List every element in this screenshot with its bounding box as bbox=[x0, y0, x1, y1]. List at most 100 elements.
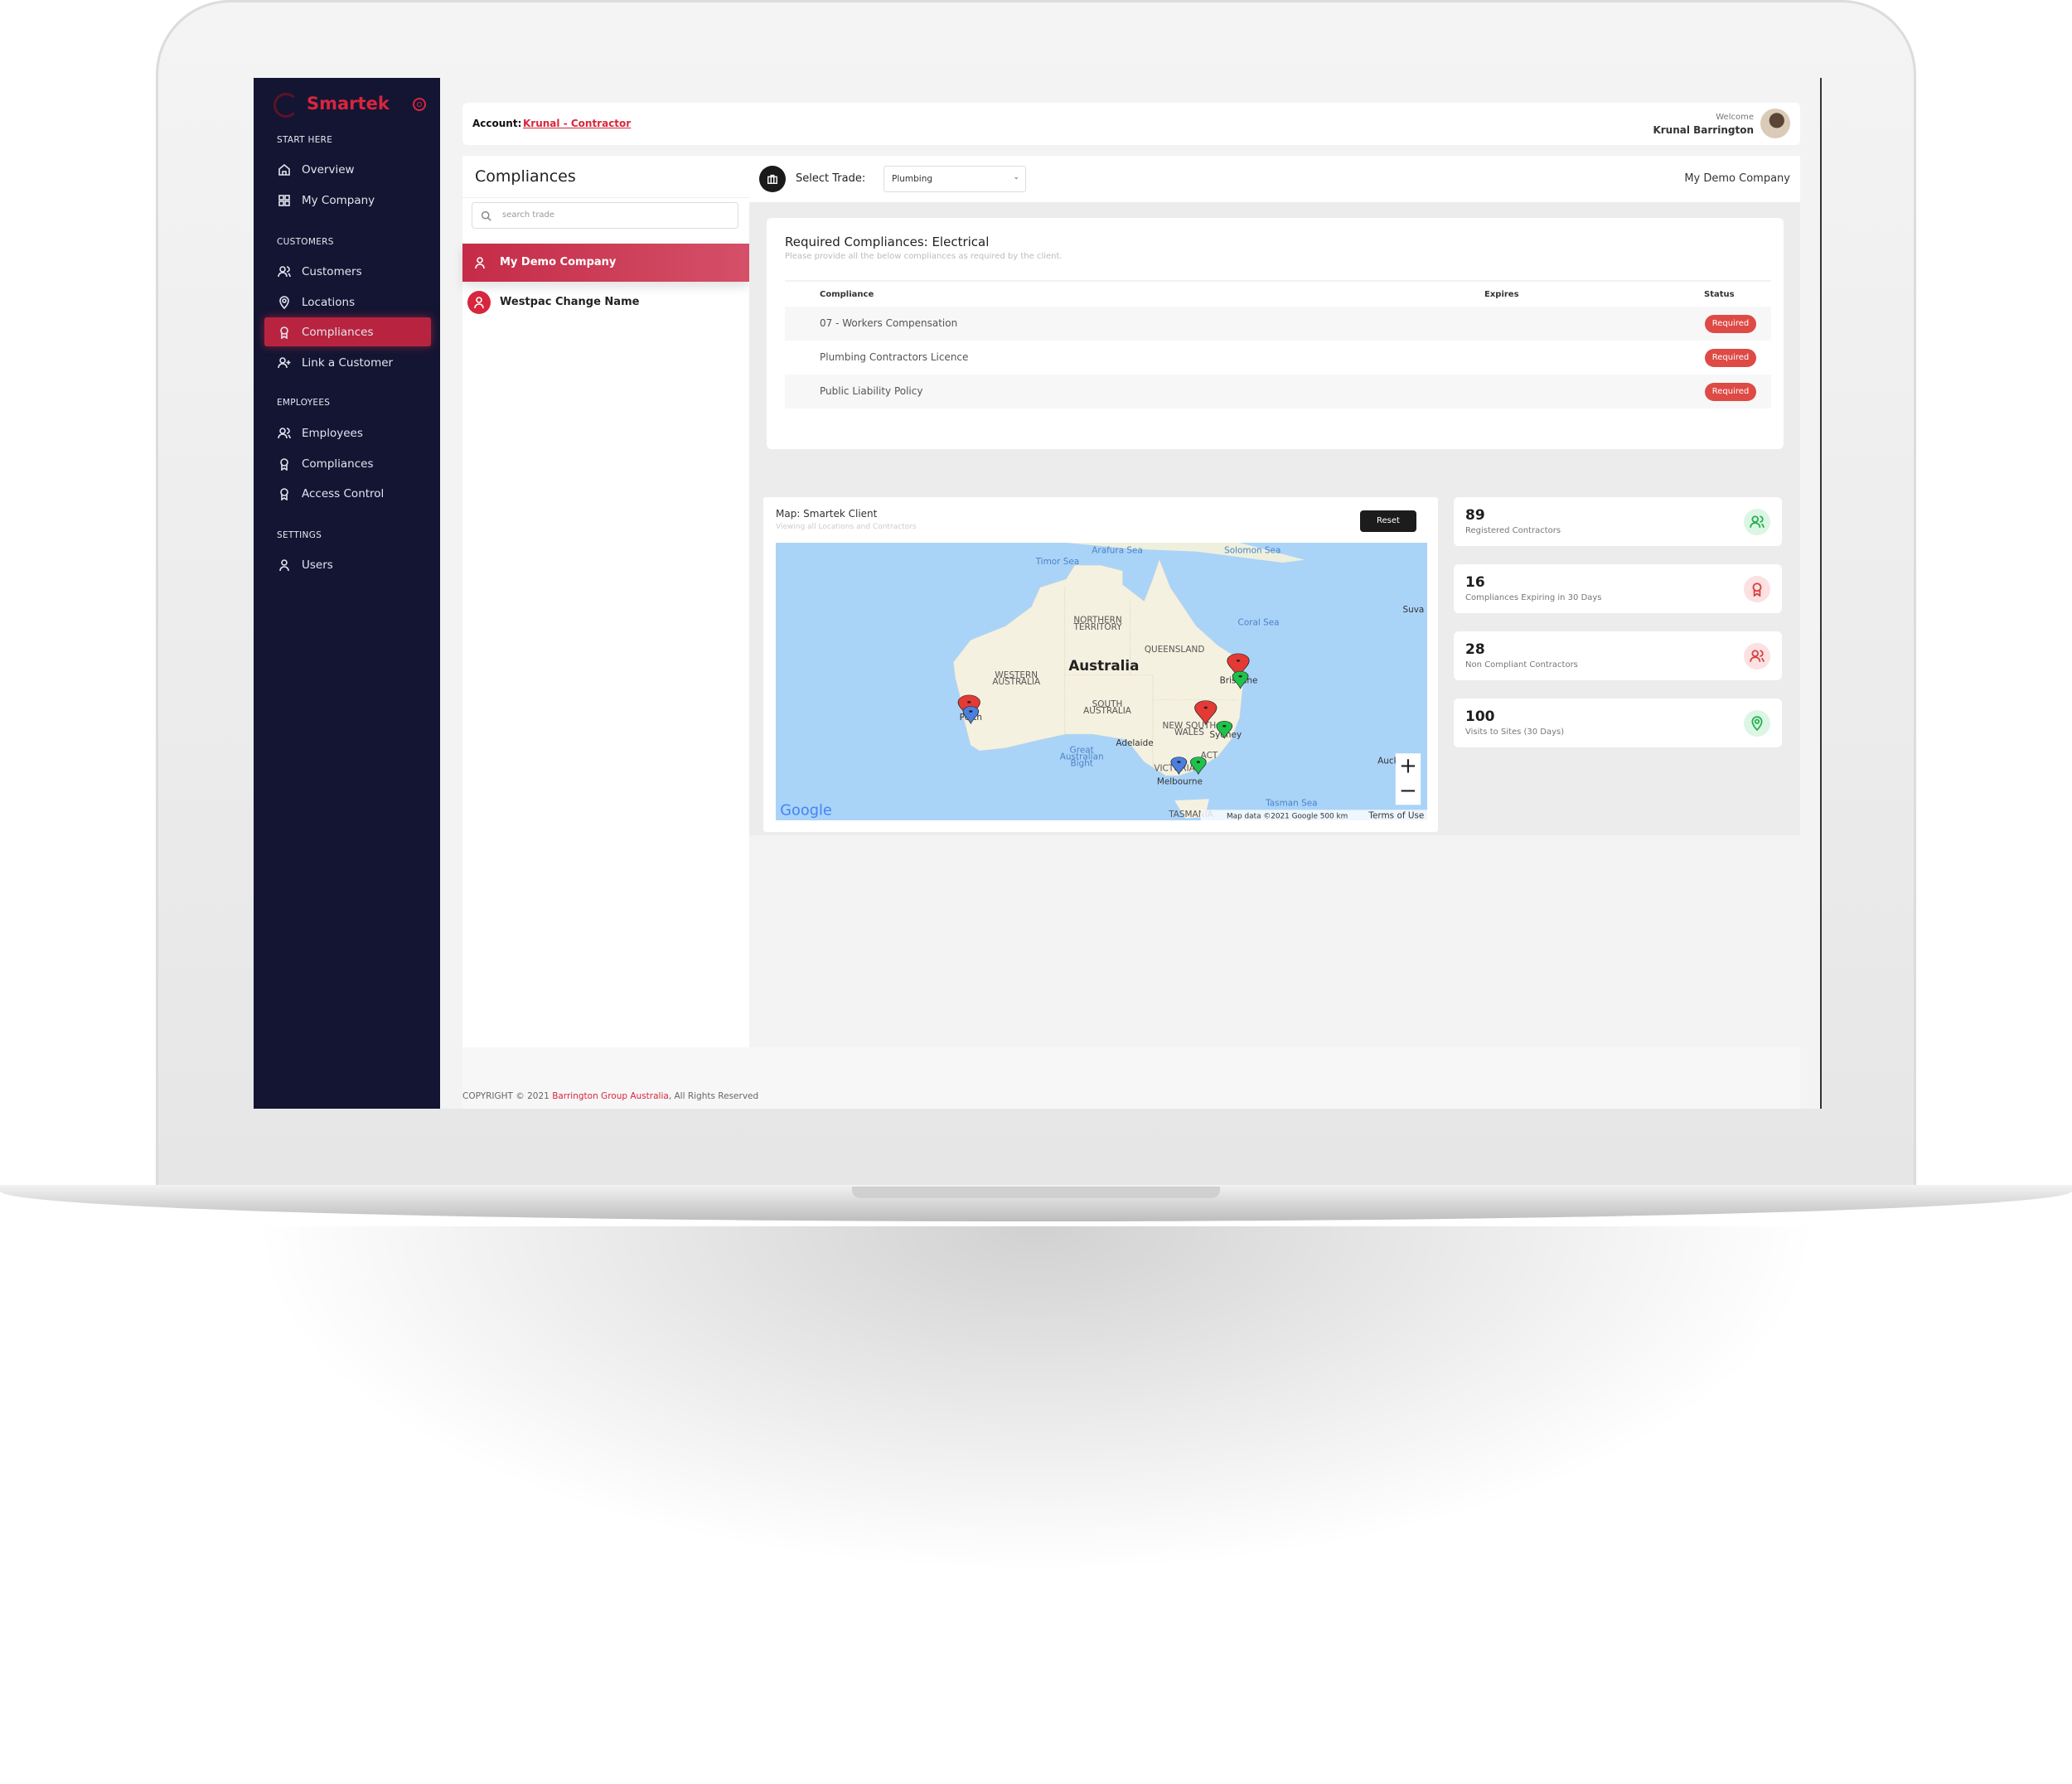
trade-toolbar: Select Trade: Plumbing ⌄ My Demo Company bbox=[749, 156, 1800, 202]
zoom-in-button[interactable]: + bbox=[1399, 754, 1417, 779]
list-item-my-demo-company[interactable]: My Demo Company bbox=[462, 244, 749, 282]
stat-label: Visits to Sites (30 Days) bbox=[1465, 728, 1565, 737]
map-pin-dot bbox=[1238, 674, 1242, 678]
account-link[interactable]: Krunal - Contractor bbox=[523, 118, 631, 129]
home-icon bbox=[278, 163, 290, 176]
map-pin-dot bbox=[1236, 659, 1241, 662]
copyright-text: COPYRIGHT © 2021 bbox=[462, 1091, 549, 1101]
col-compliance: Compliance bbox=[820, 290, 874, 299]
welcome-text: Welcome bbox=[1716, 113, 1754, 122]
search-input[interactable]: search trade bbox=[472, 202, 738, 229]
map-label: QUEENSLAND bbox=[1145, 645, 1205, 655]
required-title: Required Compliances: Electrical bbox=[785, 234, 990, 249]
map-pin-icon bbox=[1744, 710, 1770, 737]
avatar[interactable] bbox=[1760, 109, 1790, 138]
map-pin-dot bbox=[1222, 724, 1227, 728]
nav-label: My Company bbox=[302, 193, 375, 207]
map-label: AUSTRALIA bbox=[1083, 706, 1132, 716]
award-icon bbox=[280, 457, 288, 471]
nav-label: Access Control bbox=[302, 486, 385, 500]
sidebar-item-employees[interactable]: Employees bbox=[264, 418, 431, 447]
sidebar-item-access-control[interactable]: Access Control bbox=[264, 479, 431, 508]
map-label: WALES bbox=[1174, 728, 1204, 737]
compliance-name: 07 - Workers Compensation bbox=[820, 317, 958, 329]
required-subtitle: Please provide all the below compliances… bbox=[785, 252, 1063, 261]
search-placeholder: search trade bbox=[502, 210, 555, 220]
logo-icon bbox=[274, 93, 298, 118]
nav-label: Employees bbox=[302, 426, 363, 440]
trade-select-value: Plumbing bbox=[892, 174, 933, 184]
company-name: My Demo Company bbox=[1684, 172, 1790, 185]
sidebar-item-my-company[interactable]: My Company bbox=[264, 186, 431, 215]
award-icon bbox=[1744, 576, 1770, 602]
map-label: Bight bbox=[1071, 759, 1093, 769]
map-card: Map: Smartek Client Viewing all Location… bbox=[763, 497, 1438, 832]
sidebar-item-users[interactable]: Users bbox=[264, 550, 431, 579]
map-terms-link[interactable]: Terms of Use bbox=[1368, 811, 1424, 820]
stat-label: Non Compliant Contractors bbox=[1465, 660, 1578, 670]
status-badge: Required bbox=[1705, 315, 1756, 333]
map-pin-dot bbox=[1196, 761, 1200, 763]
map-pin-dot bbox=[1203, 706, 1208, 709]
map-label: Arafura Sea bbox=[1092, 545, 1143, 555]
list-item-westpac[interactable]: Westpac Change Name bbox=[462, 283, 749, 322]
stat-value: 89 bbox=[1465, 507, 1485, 524]
map-title: Map: Smartek Client bbox=[776, 508, 878, 520]
sidebar-item-employee-compliances[interactable]: Compliances bbox=[264, 449, 431, 478]
compliances-panel: Compliances search trade My Demo Company… bbox=[462, 156, 749, 1047]
section-employees: EMPLOYEES bbox=[277, 398, 331, 408]
section-settings: SETTINGS bbox=[277, 530, 322, 540]
status-badge: Required bbox=[1705, 349, 1756, 367]
compliance-table: Compliance Expires Status 07 - Workers C… bbox=[785, 280, 1771, 413]
zoom-out-button[interactable]: − bbox=[1399, 779, 1417, 804]
nav-label: Link a Customer bbox=[302, 355, 394, 370]
laptop-notch bbox=[852, 1187, 1220, 1198]
content-bottom bbox=[749, 835, 1800, 984]
chevron-down-icon: ⌄ bbox=[1013, 173, 1019, 181]
required-compliances-card: Required Compliances: Electrical Please … bbox=[767, 218, 1784, 449]
users-icon bbox=[278, 427, 291, 438]
map-label-city: Suva bbox=[1403, 605, 1425, 615]
table-row: 07 - Workers Compensation Required bbox=[785, 307, 1771, 341]
table-row: Public Liability Policy Required bbox=[785, 375, 1771, 409]
stat-value: 28 bbox=[1465, 641, 1485, 658]
award-icon bbox=[280, 487, 288, 500]
map-pin-icon bbox=[279, 295, 289, 309]
users-icon bbox=[1744, 643, 1770, 670]
col-expires: Expires bbox=[1484, 290, 1519, 299]
app-screen: Smartek START HERE Overview My Company C… bbox=[254, 78, 1822, 1109]
stat-card: 28 Non Compliant Contractors bbox=[1454, 631, 1782, 680]
table-row: Plumbing Contractors Licence Required bbox=[785, 341, 1771, 375]
stat-value: 16 bbox=[1465, 574, 1485, 591]
sidebar-item-overview[interactable]: Overview bbox=[264, 155, 431, 184]
footer-text: COPYRIGHT © 2021 Barrington Group Austra… bbox=[462, 1091, 758, 1101]
map-pin-dot bbox=[969, 710, 973, 713]
trade-select[interactable]: Plumbing ⌄ bbox=[884, 166, 1026, 192]
map-view[interactable]: Australia NORTHERNTERRITORY WESTERNAUSTR… bbox=[776, 543, 1427, 820]
stat-card: 89 Registered Contractors bbox=[1454, 497, 1782, 546]
sidebar-item-compliances[interactable]: Compliances bbox=[264, 317, 431, 346]
map-pin-dot bbox=[1177, 761, 1181, 763]
sidebar: Smartek START HERE Overview My Company C… bbox=[254, 78, 440, 1109]
users-icon bbox=[278, 265, 291, 277]
sidebar-item-link-customer[interactable]: Link a Customer bbox=[264, 348, 431, 377]
map-label: Coral Sea bbox=[1238, 617, 1280, 627]
users-icon bbox=[1744, 509, 1770, 535]
sidebar-toggle-icon[interactable] bbox=[413, 98, 426, 111]
col-status: Status bbox=[1704, 290, 1735, 299]
map-label: Solomon Sea bbox=[1224, 545, 1280, 555]
list-item-label: Westpac Change Name bbox=[500, 296, 640, 308]
map-pin-dot bbox=[967, 700, 971, 703]
nav-label: Locations bbox=[302, 295, 356, 309]
sidebar-item-customers[interactable]: Customers bbox=[264, 257, 431, 286]
section-customers: CUSTOMERS bbox=[277, 237, 334, 247]
reset-button[interactable]: Reset bbox=[1360, 510, 1416, 532]
map-label-country: Australia bbox=[1068, 657, 1139, 674]
stat-label: Compliances Expiring in 30 Days bbox=[1465, 593, 1602, 602]
panel-title: Compliances bbox=[475, 167, 576, 186]
sidebar-item-locations[interactable]: Locations bbox=[264, 288, 431, 317]
footer-company-link[interactable]: Barrington Group Australia bbox=[552, 1091, 669, 1101]
map-label: Tasman Sea bbox=[1265, 799, 1317, 809]
select-trade-label: Select Trade: bbox=[796, 172, 866, 185]
stat-value: 100 bbox=[1465, 708, 1495, 725]
